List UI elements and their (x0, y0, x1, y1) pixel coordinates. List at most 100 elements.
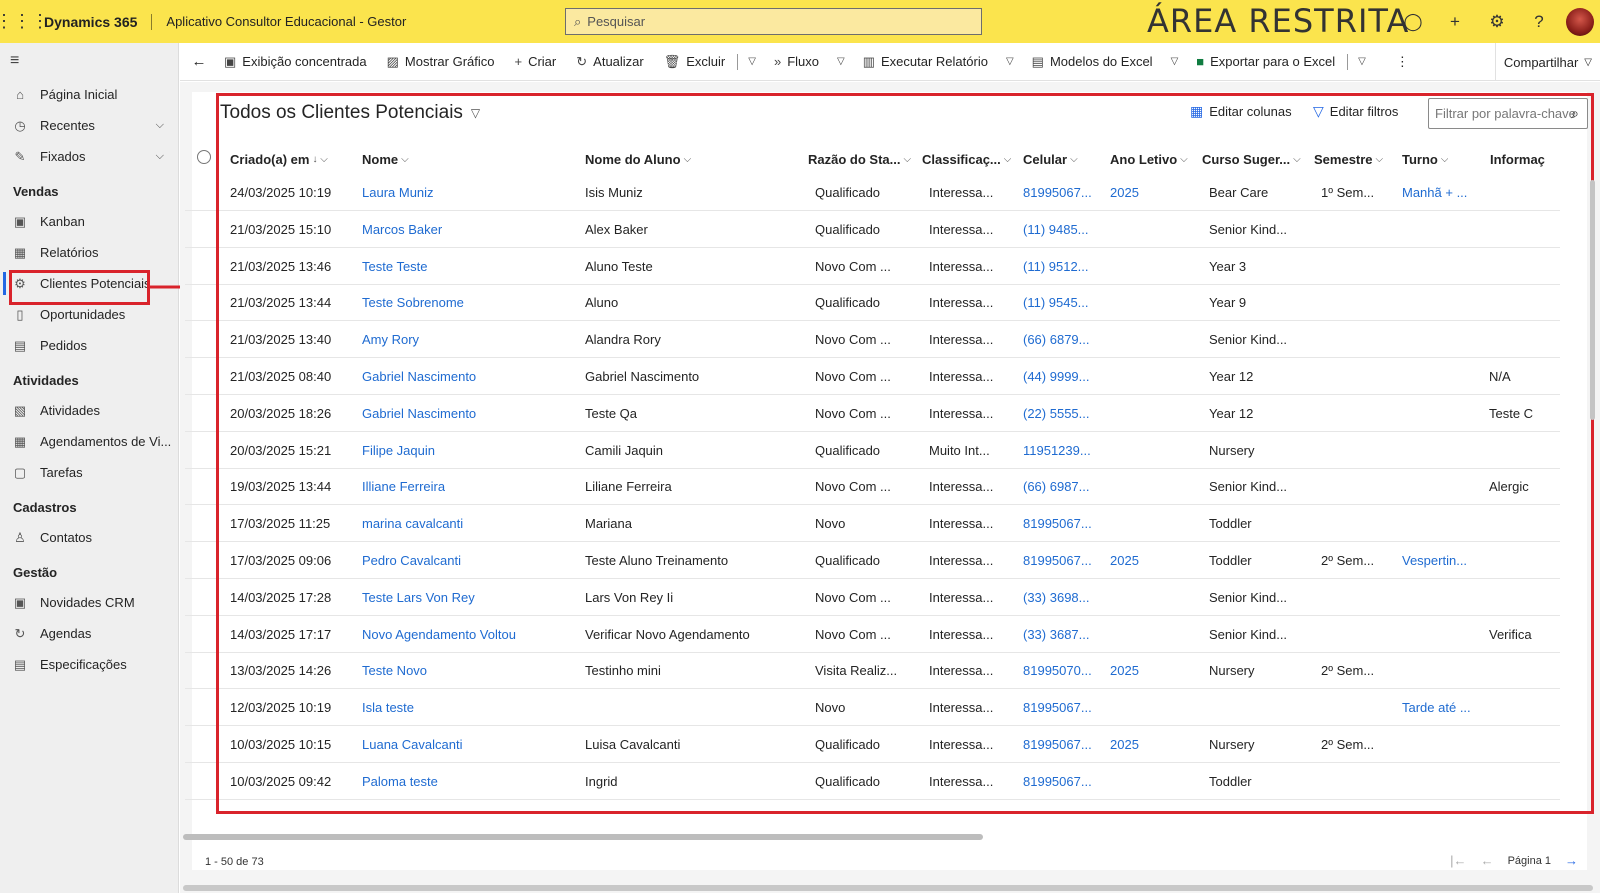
cell-phone[interactable]: (22) 5555... (1023, 395, 1090, 432)
column-header-10[interactable]: Informaç (1490, 146, 1545, 172)
cell-year[interactable]: 2025 (1110, 174, 1139, 211)
excel-templates-button[interactable]: ▤ Modelos do Excel (1022, 43, 1163, 81)
cell-phone[interactable]: 81995067... (1023, 542, 1092, 579)
table-row[interactable]: 21/03/2025 15:10 Marcos Baker Alex Baker Qu… (185, 211, 1560, 248)
cell-phone[interactable]: 11951239... (1023, 432, 1091, 469)
plus-icon[interactable]: + (1434, 0, 1476, 43)
horizontal-scrollbar[interactable] (183, 834, 983, 840)
cell-name[interactable]: Gabriel Nascimento (362, 358, 476, 395)
column-header-7[interactable]: Curso Suger... ⌵ (1202, 146, 1301, 172)
cell-name[interactable]: Amy Rory (362, 321, 419, 358)
keyword-filter-input[interactable]: Filtrar por palavra-chave ⌕ (1428, 98, 1588, 129)
chevron-down-icon[interactable]: ▽ (740, 56, 764, 67)
column-header-8[interactable]: Semestre ⌵ (1314, 146, 1383, 172)
table-row[interactable]: 14/03/2025 17:28 Teste Lars Von Rey Lars V… (185, 579, 1560, 616)
search-input[interactable]: ⌕ Pesquisar (565, 8, 982, 35)
cell-phone[interactable]: 81995067... (1023, 763, 1092, 800)
column-header-5[interactable]: Celular ⌵ (1023, 146, 1078, 172)
sidebar-item-3-0[interactable]: ▣ Novidades CRM (0, 587, 178, 618)
edit-filters-button[interactable]: ▽ Editar filtros (1313, 103, 1398, 120)
cell-phone[interactable]: 81995067... (1023, 505, 1092, 542)
focused-view-button[interactable]: ▣ Exibição concentrada (214, 43, 377, 81)
table-row[interactable]: 17/03/2025 09:06 Pedro Cavalcanti Teste Al… (185, 542, 1560, 579)
cell-phone[interactable]: (66) 6987... (1023, 468, 1090, 505)
cell-name[interactable]: Laura Muniz (362, 174, 434, 211)
chevron-down-icon[interactable]: ⌵ (156, 119, 164, 132)
refresh-button[interactable]: ↻ Atualizar (566, 43, 653, 81)
chevron-down-icon[interactable]: ▽ (1350, 56, 1374, 67)
cell-shift[interactable]: Tarde até ... (1402, 689, 1471, 726)
create-button[interactable]: + Criar (504, 43, 566, 81)
cell-shift[interactable]: Vespertin... (1402, 542, 1467, 579)
edit-columns-button[interactable]: ▦ Editar colunas (1190, 103, 1292, 120)
cell-phone[interactable]: (11) 9485... (1023, 211, 1089, 248)
cell-phone[interactable]: 81995070... (1023, 652, 1092, 689)
sidebar-item-1[interactable]: ◷ Recentes ⌵ (0, 110, 178, 141)
delete-button[interactable]: 🗑 Excluir (654, 43, 736, 81)
cell-name[interactable]: Teste Novo (362, 652, 427, 689)
app-name[interactable]: Aplicativo Consultor Educacional - Gesto… (166, 14, 406, 29)
cell-name[interactable]: Teste Sobrenome (362, 284, 464, 321)
cell-phone[interactable]: 81995067... (1023, 689, 1092, 726)
vertical-scrollbar[interactable] (1590, 180, 1595, 420)
sidebar-item-0-0[interactable]: ▣ Kanban (0, 206, 178, 237)
cell-name[interactable]: Paloma teste (362, 763, 438, 800)
show-chart-button[interactable]: ▨ Mostrar Gráfico (377, 43, 505, 81)
table-row[interactable]: 17/03/2025 11:25 marina cavalcanti Mariana… (185, 505, 1560, 543)
sidebar-item-0[interactable]: ⌂ Página Inicial (0, 79, 178, 110)
app-launcher-icon[interactable]: ⋮⋮⋮ (0, 0, 49, 43)
cell-phone[interactable]: (66) 6879... (1023, 321, 1090, 358)
table-row[interactable]: 21/03/2025 08:40 Gabriel Nascimento Gabrie… (185, 358, 1560, 395)
next-page-icon[interactable]: → (1565, 853, 1578, 868)
cell-name[interactable]: Pedro Cavalcanti (362, 542, 461, 579)
brand-name[interactable]: Dynamics 365 (44, 13, 153, 30)
column-header-6[interactable]: Ano Letivo ⌵ (1110, 146, 1188, 172)
cell-name[interactable]: Luana Cavalcanti (362, 726, 462, 763)
cell-year[interactable]: 2025 (1110, 726, 1139, 763)
chevron-down-icon[interactable]: ▽ (998, 56, 1022, 67)
table-row[interactable]: 24/03/2025 10:19 Laura Muniz Isis Muniz Qua… (185, 174, 1560, 211)
view-selector[interactable]: Todos os Clientes Potenciais ▽ (220, 102, 480, 124)
cell-shift[interactable]: Manhã + ... (1402, 174, 1467, 211)
share-button[interactable]: Compartilhar ▽ (1494, 43, 1600, 81)
column-header-2[interactable]: Nome do Aluno ⌵ (585, 146, 691, 172)
cell-name[interactable]: Novo Agendamento Voltou (362, 616, 516, 653)
cell-year[interactable]: 2025 (1110, 542, 1139, 579)
table-row[interactable]: 20/03/2025 15:21 Filipe Jaquin Camili Jaqu… (185, 432, 1560, 469)
page-scrollbar[interactable] (183, 885, 1593, 891)
cell-phone[interactable]: (33) 3698... (1023, 579, 1090, 616)
back-icon[interactable]: ← (184, 43, 214, 81)
help-icon[interactable]: ? (1518, 0, 1560, 43)
column-header-9[interactable]: Turno ⌵ (1402, 146, 1448, 172)
cell-phone[interactable]: 81995067... (1023, 174, 1092, 211)
more-icon[interactable]: ⋮ (1386, 43, 1419, 81)
cell-phone[interactable]: (11) 9512... (1023, 248, 1089, 285)
column-header-4[interactable]: Classificaç... ⌵ (922, 146, 1011, 172)
table-row[interactable]: 10/03/2025 10:15 Luana Cavalcanti Luisa Ca… (185, 726, 1560, 763)
chevron-down-icon[interactable]: ▽ (1163, 56, 1187, 67)
cell-name[interactable]: Teste Lars Von Rey (362, 579, 475, 616)
table-row[interactable]: 20/03/2025 18:26 Gabriel Nascimento Teste … (185, 395, 1560, 432)
sidebar-item-3-2[interactable]: ▤ Especificações (0, 649, 178, 680)
cell-name[interactable]: Isla teste (362, 689, 414, 726)
avatar[interactable] (1566, 7, 1594, 36)
cell-name[interactable]: marina cavalcanti (362, 505, 463, 542)
lightbulb-icon[interactable]: ◯ (1392, 0, 1434, 43)
export-excel-button[interactable]: ■ Exportar para o Excel (1186, 43, 1345, 81)
table-row[interactable]: 21/03/2025 13:40 Amy Rory Alandra Rory Novo… (185, 321, 1560, 359)
hamburger-icon[interactable]: ≡ (0, 43, 178, 79)
table-row[interactable]: 12/03/2025 10:19 Isla teste Novo Interessa.… (185, 689, 1560, 727)
cell-phone[interactable]: (33) 3687... (1023, 616, 1090, 653)
sidebar-item-2-0[interactable]: ♙ Contatos (0, 522, 178, 553)
table-row[interactable]: 14/03/2025 17:17 Novo Agendamento Voltou V… (185, 616, 1560, 653)
sidebar-item-2[interactable]: ✎ Fixados ⌵ (0, 141, 178, 172)
column-header-3[interactable]: Razão do Sta... ⌵ (808, 146, 911, 172)
table-row[interactable]: 13/03/2025 14:26 Teste Novo Testinho mini V… (185, 652, 1560, 690)
cell-name[interactable]: Gabriel Nascimento (362, 395, 476, 432)
table-row[interactable]: 21/03/2025 13:44 Teste Sobrenome Aluno Qual… (185, 284, 1560, 322)
sidebar-item-0-4[interactable]: ▤ Pedidos (0, 330, 178, 361)
gear-icon[interactable]: ⚙ (1476, 0, 1518, 43)
cell-name[interactable]: Marcos Baker (362, 211, 442, 248)
cell-phone[interactable]: 81995067... (1023, 726, 1092, 763)
run-report-button[interactable]: ▥ Executar Relatório (853, 43, 998, 81)
